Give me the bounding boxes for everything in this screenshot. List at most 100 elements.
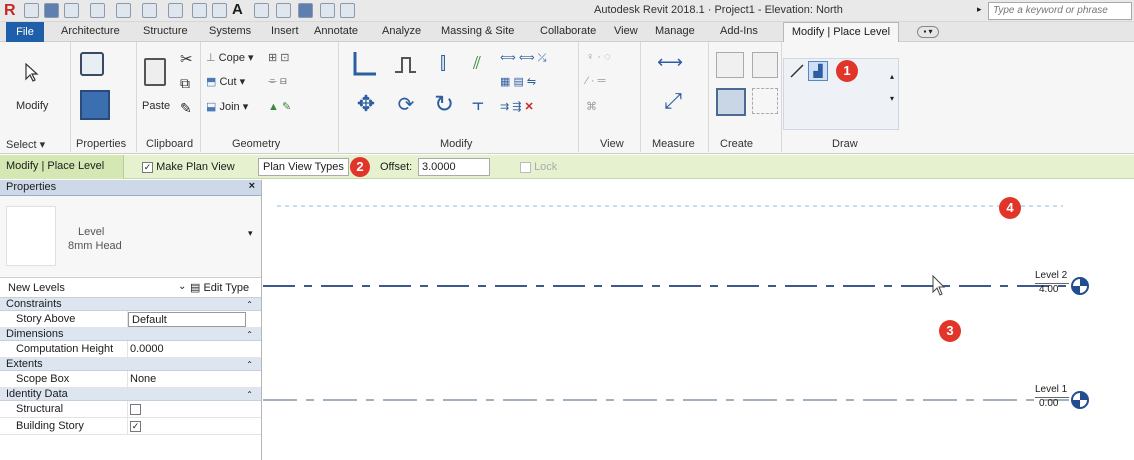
collapse-icon[interactable]: ⌃: [246, 298, 253, 311]
plan-view-types-button[interactable]: Plan View Types: [258, 158, 349, 176]
measure-icon[interactable]: ⟷: [652, 52, 688, 72]
category-dimensions[interactable]: Dimensions ⌃: [0, 328, 261, 341]
collapse-icon[interactable]: ⌃: [246, 388, 253, 401]
scope-box-value[interactable]: None: [130, 373, 156, 385]
measure-qat-icon[interactable]: [168, 3, 183, 18]
edit-type-button[interactable]: ▤ Edit Type: [190, 281, 249, 294]
dimension-qat-icon[interactable]: [192, 3, 207, 18]
instance-filter-dropdown[interactable]: New Levels: [8, 282, 65, 294]
sync-icon[interactable]: [64, 3, 79, 18]
revit-logo-icon[interactable]: R: [4, 2, 20, 19]
print-icon[interactable]: [142, 3, 157, 18]
move-icon[interactable]: ✥: [352, 90, 380, 118]
building-story-checkbox[interactable]: ✓: [130, 420, 141, 432]
tab-view[interactable]: View: [614, 25, 638, 37]
offset-icon[interactable]: [392, 50, 418, 76]
type-selector[interactable]: Level 8mm Head ▾: [0, 196, 261, 278]
undo-icon[interactable]: [90, 3, 105, 18]
aligned-dimension-icon[interactable]: ⤢: [658, 86, 688, 116]
tab-modify-place-level[interactable]: Modify | Place Level: [783, 22, 899, 43]
structural-checkbox[interactable]: [130, 403, 141, 415]
category-identity-data[interactable]: Identity Data ⌃: [0, 388, 261, 401]
rotate-icon[interactable]: ↻: [430, 90, 458, 118]
create-group-icon[interactable]: [716, 88, 746, 116]
copy-element-icon[interactable]: ⟳: [392, 90, 420, 118]
line-draw-icon[interactable]: [788, 62, 806, 80]
lock-checkbox[interactable]: Lock: [520, 161, 557, 173]
create-similar-icon[interactable]: [752, 88, 778, 114]
tag-qat-icon[interactable]: [212, 3, 227, 18]
tab-annotate[interactable]: Annotate: [314, 25, 358, 37]
tab-structure[interactable]: Structure: [143, 25, 188, 37]
checkbox-checked-icon[interactable]: ✓: [130, 420, 141, 432]
align-icon[interactable]: [352, 50, 378, 76]
collapse-icon[interactable]: ⌃: [246, 358, 253, 371]
story-above-field[interactable]: Default: [128, 312, 246, 327]
category-extents[interactable]: Extents ⌃: [0, 358, 261, 371]
switch-windows-icon[interactable]: [340, 3, 355, 18]
offset-input[interactable]: 3.0000: [418, 158, 490, 176]
tab-collaborate[interactable]: Collaborate: [540, 25, 596, 37]
mirror-draw-icon[interactable]: ⫽: [464, 50, 490, 76]
computation-height-value[interactable]: 0.0000: [130, 343, 164, 355]
match-type-icon[interactable]: ✎: [180, 100, 192, 117]
thin-lines-icon[interactable]: [298, 3, 313, 18]
tab-systems[interactable]: Systems: [209, 25, 251, 37]
level-1-elevation[interactable]: 0.00: [1035, 397, 1069, 409]
paint-icon[interactable]: ▲ ✎: [268, 100, 291, 113]
array-icon[interactable]: ▦ ▤ ⇋: [500, 75, 536, 88]
create-assembly-icon[interactable]: [716, 52, 744, 78]
pick-lines-icon[interactable]: ▟: [808, 61, 828, 81]
cut-button[interactable]: ⬒ Cut ▾: [206, 75, 245, 88]
make-plan-view-checkbox[interactable]: ✓ Make Plan View: [142, 161, 235, 173]
tab-massing-site[interactable]: Massing & Site: [441, 25, 514, 37]
category-constraints[interactable]: Constraints ⌃: [0, 298, 261, 311]
dropdown-arrow-icon[interactable]: ⌄: [178, 281, 186, 292]
search-arrow-icon[interactable]: ▸: [977, 4, 982, 15]
wall-joins-icon[interactable]: ⊞ ⊡: [268, 51, 290, 64]
linework-icon[interactable]: ⌘: [586, 100, 597, 113]
hide-element-icon[interactable]: ♀ · ◌: [586, 51, 611, 63]
tab-file[interactable]: File: [6, 22, 44, 42]
close-icon[interactable]: ×: [249, 180, 255, 192]
modify-button[interactable]: Modify: [16, 100, 48, 112]
close-hidden-icon[interactable]: [320, 3, 335, 18]
checkbox-empty-icon[interactable]: [520, 161, 531, 173]
open-icon[interactable]: [24, 3, 39, 18]
cope-button[interactable]: ⊥ Cope ▾: [206, 51, 254, 64]
tab-manage[interactable]: Manage: [655, 25, 695, 37]
level-2-elevation[interactable]: 4.00: [1035, 283, 1069, 295]
draw-scroll-down-icon[interactable]: ▾: [890, 94, 894, 103]
section-qat-icon[interactable]: [276, 3, 291, 18]
tab-architecture[interactable]: Architecture: [61, 25, 120, 37]
level-1-name[interactable]: Level 1: [1035, 384, 1067, 395]
draw-scroll-up-icon[interactable]: ▴: [890, 72, 894, 81]
cut-clip-icon[interactable]: ✂: [180, 50, 193, 68]
paste-button[interactable]: Paste: [142, 100, 170, 112]
search-input[interactable]: Type a keyword or phrase: [988, 2, 1132, 20]
tab-add-ins[interactable]: Add-Ins: [720, 25, 758, 37]
delete-icon[interactable]: ⇉ ⇶ ✕: [500, 100, 534, 113]
text-qat-icon[interactable]: A: [232, 1, 243, 18]
select-group-label[interactable]: Select ▾: [6, 138, 45, 151]
type-properties-icon[interactable]: [80, 52, 104, 76]
create-parts-icon[interactable]: [752, 52, 778, 78]
checkbox-empty-icon[interactable]: [130, 403, 141, 415]
tab-insert[interactable]: Insert: [271, 25, 299, 37]
chevron-down-icon[interactable]: ▾: [248, 228, 253, 239]
panel-toggle-icon[interactable]: ▪ ▾: [917, 26, 939, 38]
checkbox-checked-icon[interactable]: ✓: [142, 161, 153, 173]
tab-analyze[interactable]: Analyze: [382, 25, 421, 37]
collapse-icon[interactable]: ⌃: [246, 328, 253, 341]
override-graphics-icon[interactable]: ⁄ · ═: [586, 75, 605, 87]
properties-icon[interactable]: [80, 90, 110, 120]
join-button[interactable]: ⬓ Join ▾: [206, 100, 248, 113]
level-2-name[interactable]: Level 2: [1035, 270, 1067, 281]
paste-icon[interactable]: [144, 58, 166, 86]
split-face-icon[interactable]: ⌯ ⊟: [268, 75, 287, 88]
modify-cursor-icon[interactable]: [22, 62, 42, 84]
save-icon[interactable]: [44, 3, 59, 18]
copy-icon[interactable]: ⧉: [180, 75, 190, 92]
split-icon[interactable]: ⟺ ⟺ ⤰: [500, 51, 546, 65]
drawing-canvas[interactable]: 4 3 Level 2 4.00 Level 1 0.00: [263, 180, 1134, 460]
